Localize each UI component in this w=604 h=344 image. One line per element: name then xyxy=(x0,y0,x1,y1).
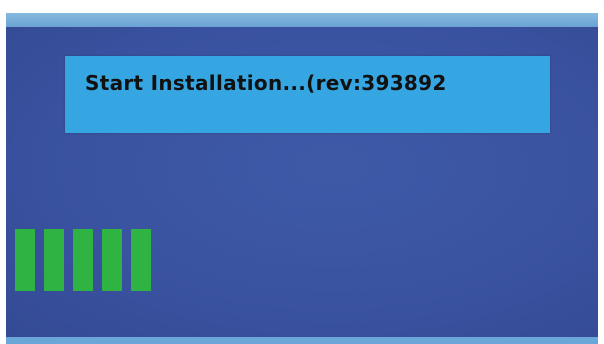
progress-segment xyxy=(102,229,122,291)
installation-progress-bar xyxy=(15,229,151,291)
installation-status-text: Start Installation...(rev:393892 xyxy=(85,71,447,95)
bottom-status-bar xyxy=(6,337,598,344)
tv-screen: Start Installation...(rev:393892 xyxy=(0,0,604,344)
progress-segment xyxy=(44,229,64,291)
top-status-bar xyxy=(6,13,598,27)
progress-segment xyxy=(15,229,35,291)
progress-segment xyxy=(131,229,151,291)
installation-message-box: Start Installation...(rev:393892 xyxy=(65,56,550,133)
progress-segment xyxy=(73,229,93,291)
